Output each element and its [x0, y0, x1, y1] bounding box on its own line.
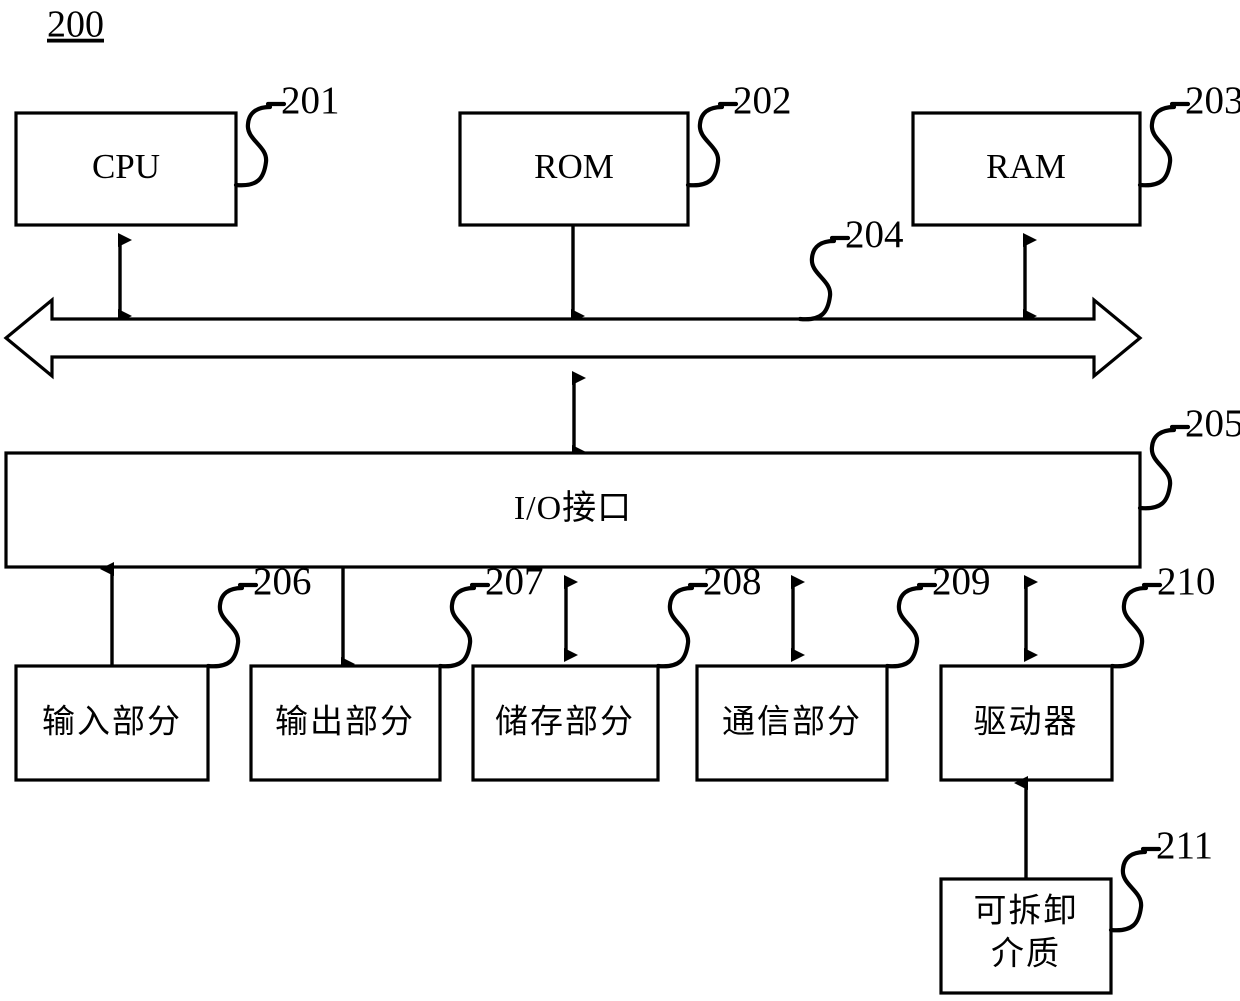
figure-number: 200 [47, 4, 104, 46]
ref-number-204: 204 [845, 213, 904, 256]
ref-leader-206: 206 [205, 560, 312, 669]
block-io-interface-label: I/O接口 [514, 490, 632, 527]
ref-leader-201-line [233, 104, 273, 188]
block-cpu-label: CPU [92, 147, 160, 186]
ref-leader-208: 208 [655, 560, 762, 669]
ref-leader-209-line [884, 585, 924, 669]
ref-leader-203-line [1137, 104, 1177, 188]
block-ram[interactable]: RAM [911, 111, 1142, 227]
ref-leader-207-line [437, 585, 477, 669]
block-input[interactable]: 输入部分 [14, 664, 210, 782]
ref-number-210: 210 [1157, 560, 1216, 603]
ref-number-206: 206 [253, 560, 312, 603]
ref-leader-202-line [685, 104, 725, 188]
ref-leader-207: 207 [437, 560, 544, 669]
ref-leader-203: 203 [1137, 79, 1240, 188]
block-driver-label: 驱动器 [974, 705, 1079, 741]
block-rom[interactable]: ROM [458, 111, 690, 227]
ref-number-202: 202 [733, 79, 792, 122]
ref-leader-210-line [1109, 585, 1149, 669]
ref-number-203: 203 [1185, 79, 1240, 122]
block-comm-label: 通信部分 [722, 704, 862, 741]
block-comm[interactable]: 通信部分 [695, 664, 889, 782]
ref-leader-206-line [205, 585, 245, 669]
ref-leader-204: 204 [797, 213, 904, 322]
block-rom-label: ROM [534, 147, 614, 186]
ref-leader-210: 210 [1109, 560, 1216, 669]
block-cpu[interactable]: CPU [14, 111, 238, 227]
ref-leader-205: 205 [1137, 402, 1240, 511]
block-storage-label: 储存部分 [495, 704, 635, 741]
block-output[interactable]: 输出部分 [249, 664, 442, 782]
ref-number-207: 207 [485, 560, 544, 603]
block-media-label-line1: 可拆卸 [974, 893, 1079, 930]
ref-leader-205-line [1137, 427, 1177, 511]
ref-number-208: 208 [703, 560, 762, 603]
ref-number-201: 201 [281, 79, 340, 122]
ref-number-209: 209 [932, 560, 991, 603]
block-io-interface[interactable]: I/O接口 [4, 451, 1142, 569]
ref-leader-202: 202 [685, 79, 792, 188]
block-storage[interactable]: 储存部分 [471, 664, 660, 782]
ref-number-211: 211 [1156, 824, 1213, 867]
patent-figure: 200 CPU 201 ROM 202 RAM 203 204 I/O接口 20… [0, 0, 1240, 1001]
ref-leader-208-line [655, 585, 695, 669]
ref-leader-209: 209 [884, 560, 991, 669]
block-output-label: 输出部分 [275, 704, 415, 741]
block-media[interactable]: 可拆卸 介质 [939, 877, 1113, 995]
block-media-label-line2: 介质 [991, 936, 1061, 973]
block-ram-label: RAM [986, 147, 1066, 186]
ref-leader-211-line [1108, 849, 1148, 933]
block-driver[interactable]: 驱动器 [939, 664, 1114, 782]
ref-number-205: 205 [1185, 402, 1240, 445]
ref-leader-204-line [797, 238, 837, 322]
figure-number-text: 200 [47, 4, 104, 46]
block-diagram: 200 CPU 201 ROM 202 RAM 203 204 I/O接口 20… [3, 4, 1240, 995]
ref-leader-201: 201 [233, 79, 340, 188]
ref-leader-211: 211 [1108, 824, 1213, 933]
block-input-label: 输入部分 [42, 704, 182, 741]
